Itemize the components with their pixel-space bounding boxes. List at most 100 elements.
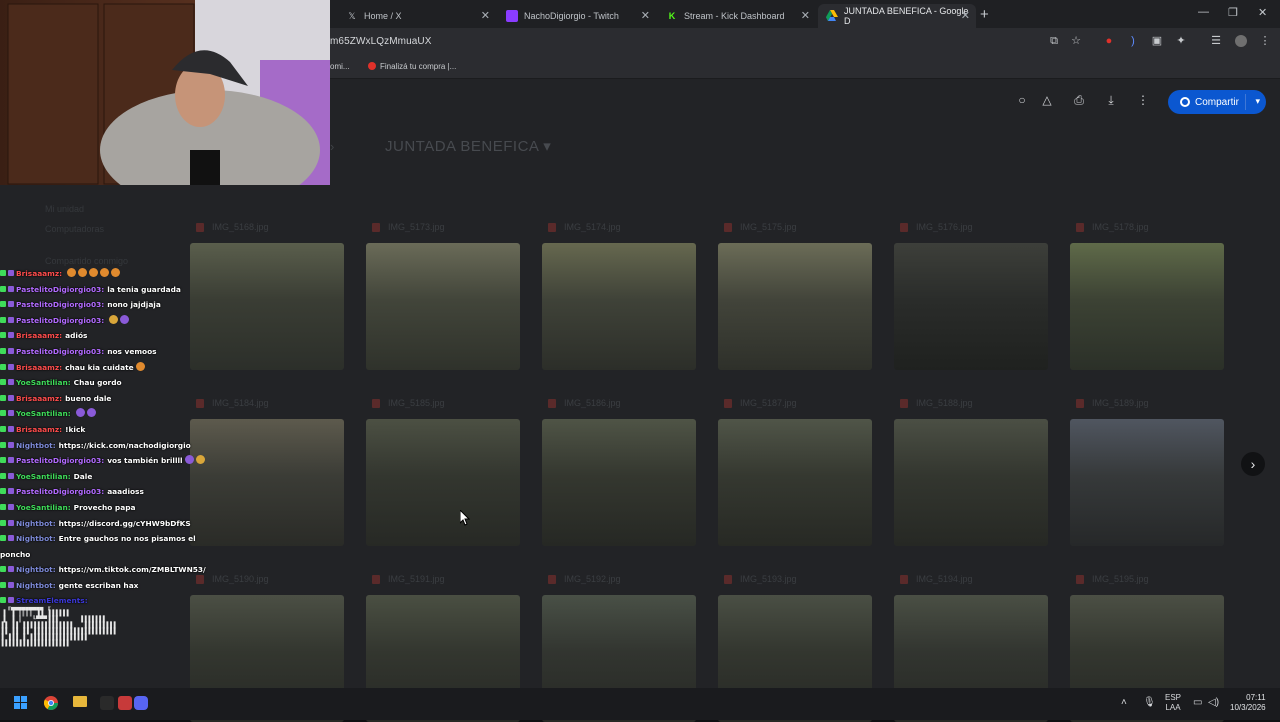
extension-audio-icon[interactable]: ) [1127, 35, 1139, 47]
file-thumbnail[interactable] [190, 243, 344, 370]
bookmark-star-icon[interactable]: ☆ [1070, 35, 1082, 47]
file-thumbnail[interactable] [718, 243, 872, 370]
extension-red-icon[interactable]: ● [1103, 35, 1115, 47]
tab-kick-dashboard[interactable]: K Stream - Kick Dashboard ✕ [658, 4, 816, 28]
file-thumbnail[interactable] [542, 419, 696, 546]
badge-icon [0, 503, 6, 510]
chat-username: Nightbot: [16, 565, 56, 575]
chevron-down-icon[interactable]: ▾ [1255, 96, 1260, 107]
file-thumbnail[interactable] [190, 419, 344, 546]
bookmark-item[interactable]: omi... [330, 62, 350, 71]
image-file-icon [548, 222, 556, 232]
file-thumbnail[interactable] [542, 243, 696, 370]
chat-username: PastelitoDigiorgio03: [16, 300, 105, 310]
file-thumbnail[interactable] [366, 419, 520, 546]
badge-icon [0, 472, 6, 479]
sidebar-item-my-drive[interactable]: Mi unidad [45, 204, 84, 214]
file-thumbnail[interactable] [366, 243, 520, 370]
file-thumbnail[interactable] [718, 419, 872, 546]
stream-chat-overlay: Brisaaamz: PastelitoDigiorgio03: la tenia … [0, 266, 206, 609]
extension-icon[interactable]: ▣ [1151, 35, 1163, 47]
chat-message: Nightbot: https://discord.gg/cYHW9bDfKS [0, 516, 200, 532]
close-window-button[interactable]: ✕ [1258, 6, 1267, 19]
image-file-icon [724, 574, 732, 584]
circle-icon[interactable]: ○ [1015, 93, 1029, 107]
tab-twitch[interactable]: NachoDigiorgio - Twitch ✕ [498, 4, 656, 28]
chat-message: Brisaaamz: chau kia cuidate [0, 360, 200, 376]
chat-message: Nightbot: Entre gauchos no nos pisamos el [0, 531, 200, 547]
badge-icon [8, 270, 14, 276]
more-options-icon[interactable]: ⋮ [1136, 93, 1150, 107]
chat-message: YoeSantilian: Chau gordo [0, 375, 200, 391]
emote-icon [184, 455, 194, 465]
tab-label: NachoDigiorgio - Twitch [524, 11, 619, 21]
discord-icon[interactable] [134, 696, 148, 710]
file-name: IMG_5194.jpg [894, 571, 973, 587]
chat-text: chau kia cuidate [65, 362, 134, 372]
chrome-icon[interactable] [43, 696, 58, 712]
print-icon[interactable]: ⎙ [1072, 93, 1086, 107]
taskbar-app-icon[interactable] [118, 696, 132, 710]
close-tab-icon[interactable]: ✕ [641, 9, 650, 22]
badge-icon [8, 332, 14, 339]
install-app-icon[interactable]: ⧉ [1048, 35, 1060, 47]
profile-avatar[interactable] [1235, 35, 1247, 47]
maximize-button[interactable]: ❐ [1228, 6, 1238, 19]
file-thumbnail[interactable] [1070, 419, 1224, 546]
tab-label: Stream - Kick Dashboard [684, 11, 785, 21]
tab-x-home[interactable]: 𝕏 Home / X ✕ [338, 4, 496, 28]
tab-google-drive[interactable]: JUNTADA BENEFICA - Google D ✕ [818, 4, 976, 28]
file-explorer-icon[interactable] [73, 696, 87, 707]
taskbar-app-icon[interactable] [100, 696, 114, 710]
close-tab-icon[interactable]: ✕ [801, 9, 810, 22]
chevron-up-icon[interactable]: ˄ [1121, 697, 1127, 708]
add-to-drive-icon[interactable]: △ [1040, 93, 1054, 107]
language-indicator[interactable]: ESP LAA [1165, 693, 1181, 713]
new-tab-button[interactable]: + [980, 6, 989, 23]
minimize-button[interactable]: — [1198, 6, 1209, 18]
image-file-icon [900, 222, 908, 232]
chat-text: la tenia guardada [107, 284, 181, 294]
chat-text: Dale [73, 471, 93, 481]
badge-icon [0, 285, 6, 292]
windows-start-icon[interactable] [14, 696, 28, 712]
badge-icon [8, 488, 14, 495]
clock[interactable]: 07:11 10/3/2026 [1230, 693, 1266, 713]
chat-username: Brisaaamz: [16, 362, 63, 372]
emote-icon [100, 268, 110, 277]
menu-kebab-icon[interactable]: ⋮ [1259, 35, 1271, 47]
folder-title[interactable]: JUNTADA BENEFICA ▾ [385, 137, 551, 155]
volume-icon[interactable]: ◁) [1208, 697, 1219, 708]
next-arrow-button[interactable]: › [1241, 452, 1265, 476]
chat-username: Brisaaamz: [16, 393, 63, 403]
share-button[interactable]: Compartir ▾ [1168, 90, 1266, 114]
chat-message: YoeSantilian: Provecho papa [0, 500, 200, 516]
chat-text: Chau gordo [73, 378, 122, 388]
close-tab-icon[interactable]: ✕ [961, 9, 970, 22]
file-thumbnail[interactable] [894, 419, 1048, 546]
breadcrumb-previous[interactable]: › [330, 139, 334, 154]
network-icon[interactable]: ▭ [1193, 697, 1202, 708]
chat-message: Nightbot: https://vm.tiktok.com/ZMBLTWN53… [0, 562, 206, 578]
sidebar-item-shared[interactable]: Compartido conmigo [45, 256, 128, 266]
download-icon[interactable]: ⤓ [1104, 93, 1118, 107]
file-name: IMG_5189.jpg [1070, 395, 1149, 411]
file-thumbnail[interactable] [1070, 243, 1224, 370]
microphone-icon[interactable]: 🎙 [1143, 697, 1156, 708]
close-tab-icon[interactable]: ✕ [481, 9, 490, 22]
emote-icon [109, 314, 119, 324]
sidebar-item-computers[interactable]: Computadoras [45, 224, 104, 234]
chat-username: YoeSantilian: [16, 409, 71, 419]
url-field[interactable]: m65ZWxLQzMmuaUX [330, 36, 432, 47]
extensions-puzzle-icon[interactable]: ✦ [1175, 35, 1187, 47]
image-file-icon [724, 222, 732, 232]
chat-username: YoeSantilian: [16, 502, 71, 512]
badge-icon [0, 410, 6, 417]
file-thumbnail[interactable] [894, 243, 1048, 370]
image-file-icon [1076, 398, 1084, 408]
badge-icon [8, 379, 14, 386]
badge-icon [0, 457, 6, 464]
tab-label: JUNTADA BENEFICA - Google D [844, 6, 969, 26]
bookmark-item[interactable]: Finalizá tu compra |... [368, 62, 456, 71]
reading-list-icon[interactable]: ☰ [1210, 35, 1222, 47]
